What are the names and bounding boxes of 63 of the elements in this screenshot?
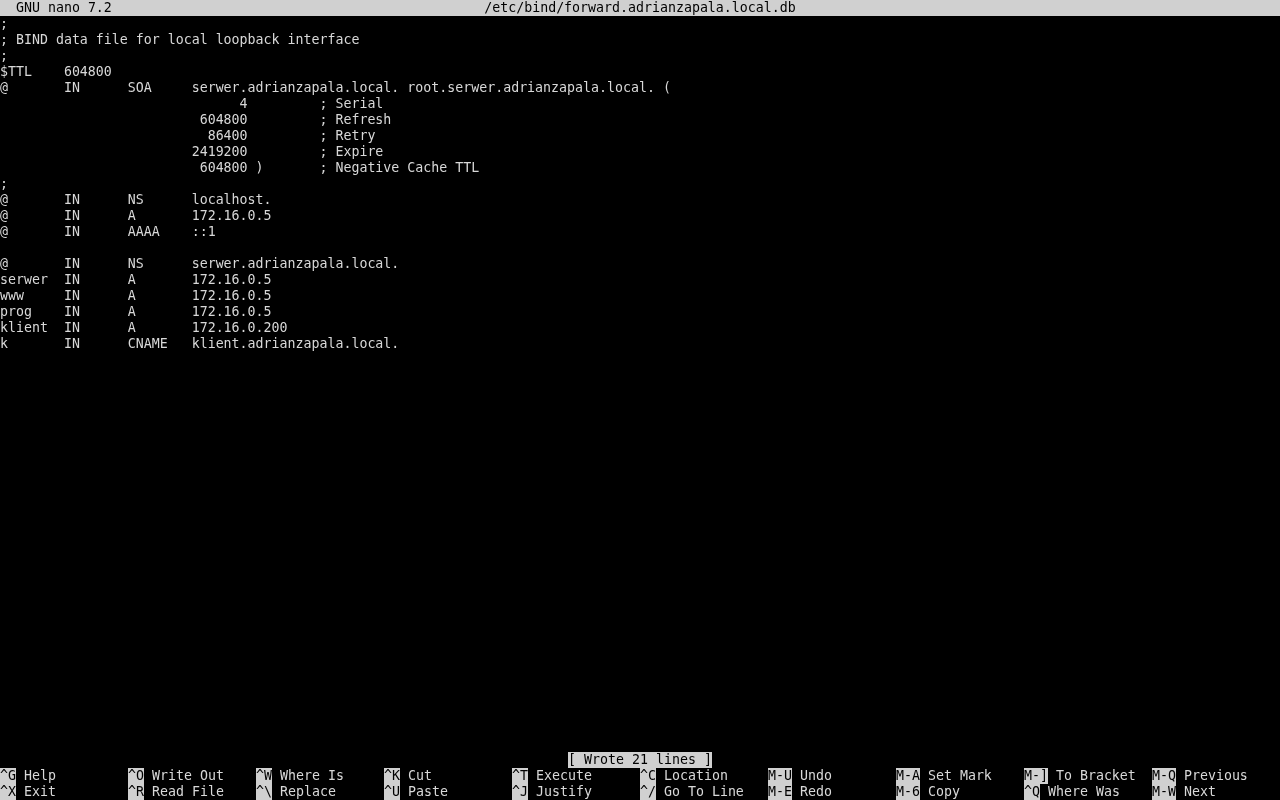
code-line: ; BIND data file for local loopback interface: [0, 32, 361, 48]
shortcut-label: Exit: [24, 784, 56, 800]
code-line: ;: [0, 48, 9, 64]
code-line: 2419200 ; Expire: [190, 144, 385, 160]
shortcut-label: Replace: [280, 784, 336, 800]
shortcut-label: Execute: [536, 768, 592, 784]
shortcut-key: M-U: [768, 768, 792, 784]
shortcut-label: Where Is: [280, 768, 344, 784]
code-line: @ IN NS serwer.adrianzapala.local.: [0, 256, 401, 272]
code-line: 4 ; Serial: [238, 96, 385, 112]
code-line: 604800 ) ; Negative Cache TTL: [198, 160, 481, 176]
shortcut-key: M-]: [1024, 768, 1048, 784]
code-line: 86400 ; Retry: [206, 128, 377, 144]
shortcut-key: ^Q: [1024, 784, 1040, 800]
shortcut-key: ^\: [256, 784, 272, 800]
code-line: prog IN A 172.16.0.5: [0, 304, 273, 320]
shortcut-key: M-A: [896, 768, 920, 784]
shortcut-key: M-Q: [1152, 768, 1176, 784]
shortcut-label: Redo: [799, 784, 832, 800]
code-line: klient IN A 172.16.0.200: [0, 320, 289, 336]
shortcut-label: Next: [1183, 784, 1216, 800]
shortcut-key: ^T: [512, 768, 528, 784]
shortcut-key: ^X: [0, 784, 16, 800]
shortcut-key: ^J: [512, 784, 528, 800]
status-message: [ Wrote 21 lines ]: [568, 752, 712, 768]
shortcut-label: Location: [664, 768, 728, 784]
shortcut-key: ^O: [128, 768, 144, 784]
shortcut-label: Help: [24, 768, 56, 784]
code-line: www IN A 172.16.0.5: [0, 288, 273, 304]
code-line: serwer IN A 172.16.0.5: [0, 272, 273, 288]
shortcut-label: Set Mark: [927, 768, 992, 784]
shortcut-label: Previous: [1183, 768, 1248, 784]
shortcut-label: Justify: [536, 784, 592, 800]
code-line: ;: [0, 176, 9, 192]
shortcut-key: ^K: [384, 768, 400, 784]
code-line: k IN CNAME klient.adrianzapala.local.: [0, 336, 401, 352]
shortcut-label: Paste: [408, 784, 448, 800]
shortcut-label: Read File: [152, 784, 224, 800]
shortcut-key: M-E: [768, 784, 792, 800]
shortcut-key: ^G: [0, 768, 16, 784]
shortcut-label: To Bracket: [1055, 768, 1136, 784]
shortcut-key: ^W: [256, 768, 272, 784]
code-line: @ IN AAAA ::1: [0, 224, 217, 240]
code-line: @ IN A 172.16.0.5: [0, 208, 273, 224]
shortcut-label: Go To Line: [664, 784, 744, 800]
shortcut-key: M-W: [1152, 784, 1176, 800]
shortcut-key: M-6: [896, 784, 920, 800]
code-line: @ IN SOA serwer.adrianzapala.local. root.serwer.adrianzapala.local. (: [0, 80, 672, 96]
file-path: /etc/bind/forward.adrianzapala.local.db: [484, 0, 796, 16]
code-line: $TTL 604800: [0, 64, 113, 80]
code-line: ;: [0, 16, 9, 32]
shortcut-label: Cut: [408, 768, 432, 784]
shortcut-label: Where Was: [1048, 784, 1120, 800]
shortcut-label: Write Out: [152, 768, 224, 784]
shortcut-label: Undo: [799, 768, 832, 784]
app-version: GNU nano 7.2: [16, 0, 113, 16]
code-line: 604800 ; Refresh: [198, 112, 393, 128]
code-line: @ IN NS localhost.: [0, 192, 273, 208]
shortcut-key: ^U: [384, 784, 400, 800]
shortcut-key: ^/: [640, 784, 656, 800]
shortcut-key: ^C: [640, 768, 656, 784]
shortcut-key: ^R: [128, 784, 144, 800]
shortcut-label: Copy: [927, 784, 960, 800]
